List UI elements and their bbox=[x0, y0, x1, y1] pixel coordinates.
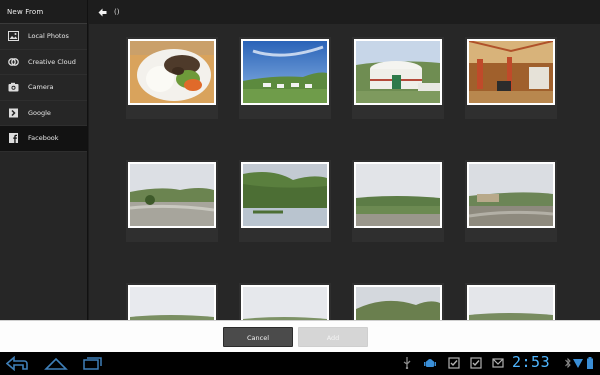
action-bar: Cancel Add bbox=[0, 320, 600, 352]
sidebar-title: New From bbox=[0, 0, 87, 24]
home-icon bbox=[44, 356, 68, 371]
sidebar-item-google[interactable]: Google bbox=[0, 101, 87, 126]
photo-thumbnail bbox=[467, 39, 555, 105]
sidebar-item-creative-cloud[interactable]: Creative Cloud bbox=[0, 50, 87, 75]
checkbox-notification-icon bbox=[470, 357, 482, 369]
wifi-icon bbox=[573, 357, 583, 369]
sidebar-item-local-photos[interactable]: Local Photos bbox=[0, 24, 87, 50]
sidebar-item-facebook[interactable]: Facebook bbox=[0, 126, 87, 152]
sidebar-item-camera[interactable]: Camera bbox=[0, 75, 87, 101]
photo-thumbnail bbox=[128, 39, 216, 105]
sidebar-item-label: Facebook bbox=[28, 134, 59, 143]
back-button[interactable] bbox=[96, 6, 108, 18]
add-button[interactable]: Add bbox=[298, 327, 368, 347]
usb-icon bbox=[402, 357, 412, 369]
photo-tile[interactable] bbox=[239, 37, 331, 119]
photo-tile[interactable] bbox=[352, 37, 444, 119]
photo-thumbnail bbox=[241, 285, 329, 320]
android-debug-icon bbox=[424, 357, 436, 369]
photo-thumbnail bbox=[467, 285, 555, 320]
recent-apps-icon bbox=[83, 356, 103, 371]
photo-thumbnail bbox=[128, 162, 216, 228]
photo-tile[interactable] bbox=[126, 283, 218, 320]
photo-tile[interactable] bbox=[465, 160, 557, 242]
photo-tile[interactable] bbox=[126, 37, 218, 119]
google-icon bbox=[8, 108, 19, 118]
bluetooth-icon bbox=[565, 357, 571, 369]
mail-icon bbox=[492, 357, 504, 369]
photo-tile[interactable] bbox=[465, 283, 557, 320]
camera-icon bbox=[8, 82, 19, 92]
photo-tile[interactable] bbox=[352, 283, 444, 320]
cancel-button[interactable]: Cancel bbox=[223, 327, 293, 347]
download-done-icon bbox=[448, 357, 460, 369]
photo-tile[interactable] bbox=[352, 160, 444, 242]
photo-icon bbox=[8, 31, 19, 42]
photo-thumbnail bbox=[241, 39, 329, 105]
creative-cloud-icon bbox=[8, 57, 19, 67]
nav-home-button[interactable] bbox=[44, 356, 68, 371]
photo-thumbnail bbox=[241, 162, 329, 228]
photo-thumbnail bbox=[467, 162, 555, 228]
sidebar-item-label: Camera bbox=[28, 83, 54, 92]
sidebar-item-label: Google bbox=[28, 108, 51, 117]
breadcrumb: () bbox=[114, 8, 120, 16]
photo-thumbnail bbox=[354, 285, 442, 320]
nav-back-button[interactable] bbox=[6, 356, 28, 371]
facebook-icon bbox=[8, 133, 19, 144]
nav-recents-button[interactable] bbox=[83, 356, 103, 371]
clock: 2:53 bbox=[512, 353, 551, 371]
photo-thumbnail bbox=[128, 285, 216, 320]
system-bar: 2:53 bbox=[0, 352, 600, 375]
source-sidebar: New From Local Photos Creative Cloud Cam… bbox=[0, 0, 88, 320]
sidebar-item-label: Local Photos bbox=[28, 32, 69, 41]
sidebar-item-label: Creative Cloud bbox=[28, 57, 76, 66]
back-arrow-icon bbox=[98, 8, 107, 17]
photo-tile[interactable] bbox=[239, 283, 331, 320]
photo-grid bbox=[89, 24, 600, 320]
top-bar: () bbox=[88, 0, 600, 24]
photo-thumbnail bbox=[354, 39, 442, 105]
photo-tile[interactable] bbox=[465, 37, 557, 119]
photo-tile[interactable] bbox=[126, 160, 218, 242]
photo-tile[interactable] bbox=[239, 160, 331, 242]
photo-thumbnail bbox=[354, 162, 442, 228]
back-icon bbox=[6, 356, 28, 371]
battery-icon bbox=[586, 357, 594, 369]
